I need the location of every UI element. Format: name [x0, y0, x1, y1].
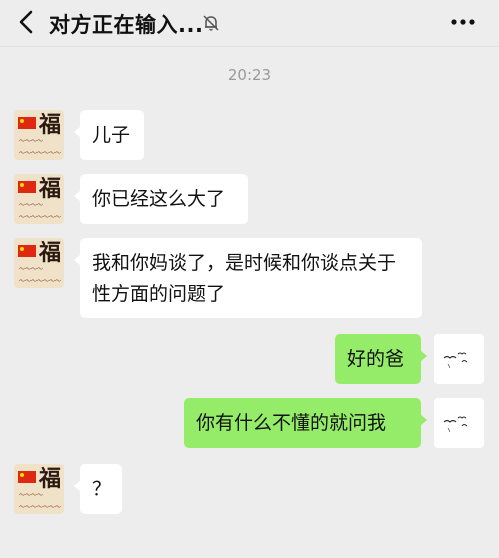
birds-icon: [443, 416, 468, 433]
avatar[interactable]: 福 ～～～～ ～～～～～～～: [14, 174, 64, 224]
message-text: ？: [92, 478, 112, 500]
avatar[interactable]: 福 ～～～～ ～～～～～～～: [14, 464, 64, 514]
flag-icon: [18, 471, 36, 483]
calligraphy-logo: 福: [39, 240, 62, 266]
calligraphy-logo: 福: [39, 112, 62, 138]
bell-off-icon: [203, 15, 219, 31]
chat-header: 对方正在输入...: [0, 0, 499, 47]
avatar[interactable]: 福 ～～～～ ～～～～～～～: [14, 110, 64, 160]
calligraphy-logo: 福: [39, 176, 62, 202]
message-text: 好的爸: [347, 348, 405, 370]
message-text: 你已经这么大了: [92, 188, 226, 210]
avatar[interactable]: 福 ～～～～ ～～～～～～～: [14, 238, 64, 288]
message-bubble[interactable]: 你已经这么大了: [74, 174, 248, 224]
calligraphy-logo: 福: [39, 466, 62, 492]
avatar[interactable]: [434, 398, 484, 448]
flag-icon: [18, 117, 36, 129]
flag-icon: [18, 245, 36, 257]
birds-icon: [443, 352, 468, 369]
message-text: 儿子: [92, 124, 131, 146]
message-text: 我和你妈谈了，是时候和你谈点关于性方面的问题了: [92, 252, 397, 305]
message-bubble[interactable]: 好的爸: [335, 334, 427, 384]
avatar[interactable]: [434, 334, 484, 384]
message-bubble[interactable]: 我和你妈谈了，是时候和你谈点关于性方面的问题了: [74, 238, 422, 318]
ellipsis-icon[interactable]: [449, 12, 477, 32]
message-text: 你有什么不懂的就问我: [196, 412, 387, 434]
message-bubble[interactable]: ？: [74, 464, 122, 514]
message-bubble[interactable]: 你有什么不懂的就问我: [184, 398, 427, 448]
chevron-left-icon[interactable]: [14, 8, 40, 36]
timestamp: 20:23: [227, 66, 272, 84]
chat-title: 对方正在输入...: [49, 13, 204, 37]
message-bubble[interactable]: 儿子: [74, 110, 144, 160]
flag-icon: [18, 181, 36, 193]
